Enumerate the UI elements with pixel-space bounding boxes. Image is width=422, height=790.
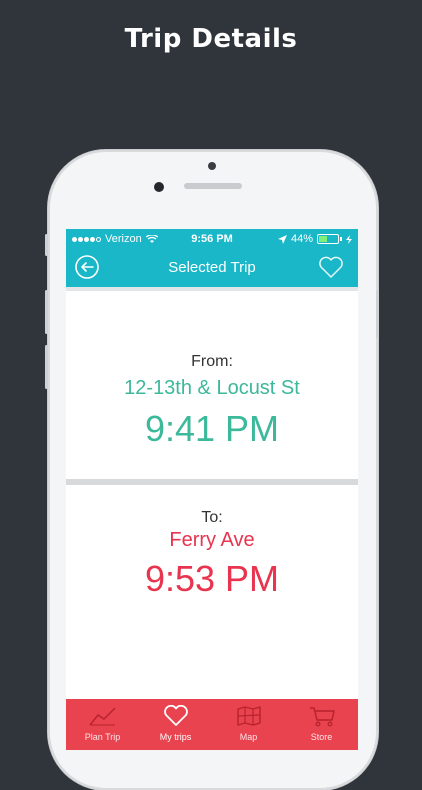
tab-label: Store (310, 732, 333, 742)
app-screen: Verizon 9:56 PM 44% Selected Trip From: … (66, 229, 358, 750)
to-time: 9:53 PM (144, 558, 280, 599)
tab-label: Plan Trip (84, 732, 121, 742)
speaker-grille (184, 183, 242, 189)
mute-switch (45, 234, 48, 256)
location-arrow-icon (277, 234, 287, 244)
chart-line-icon (88, 707, 116, 726)
tab-store[interactable]: Store (285, 699, 358, 750)
proximity-sensor (208, 162, 216, 170)
status-right: 44% (277, 233, 352, 245)
destination-card: To: Ferry Ave 9:53 PM (66, 485, 358, 699)
tab-label: My trips (159, 732, 192, 742)
front-camera (154, 182, 164, 192)
from-place: 12-13th & Locust St (124, 377, 300, 399)
battery-tip (340, 237, 342, 241)
from-time: 9:41 PM (144, 408, 280, 449)
volume-up-button (45, 290, 48, 334)
charging-icon (346, 234, 352, 244)
tab-plan-trip[interactable]: Plan Trip (66, 699, 139, 750)
nav-title: Selected Trip (168, 259, 256, 276)
tab-bar: Plan Trip My trips Map Store (66, 699, 358, 750)
tab-map[interactable]: Map (212, 699, 285, 750)
tab-my-trips[interactable]: My trips (139, 699, 212, 750)
status-bar: Verizon 9:56 PM 44% (66, 229, 358, 249)
cart-icon (309, 707, 335, 727)
favorite-heart-icon[interactable] (318, 255, 344, 279)
map-icon (236, 706, 261, 726)
from-label: From: (191, 353, 233, 370)
battery-percent: 44% (290, 233, 313, 245)
to-label: To: (201, 509, 223, 526)
page-headline: Trip Details (124, 24, 298, 54)
to-place: Ferry Ave (169, 529, 255, 551)
volume-down-button (45, 345, 48, 389)
navigation-bar: Selected Trip (66, 249, 358, 287)
power-button (376, 290, 379, 338)
tab-label: Map (239, 732, 258, 742)
origin-card: From: 12-13th & Locust St 9:41 PM (66, 291, 358, 479)
heart-icon (163, 705, 188, 726)
battery-icon (317, 234, 339, 244)
